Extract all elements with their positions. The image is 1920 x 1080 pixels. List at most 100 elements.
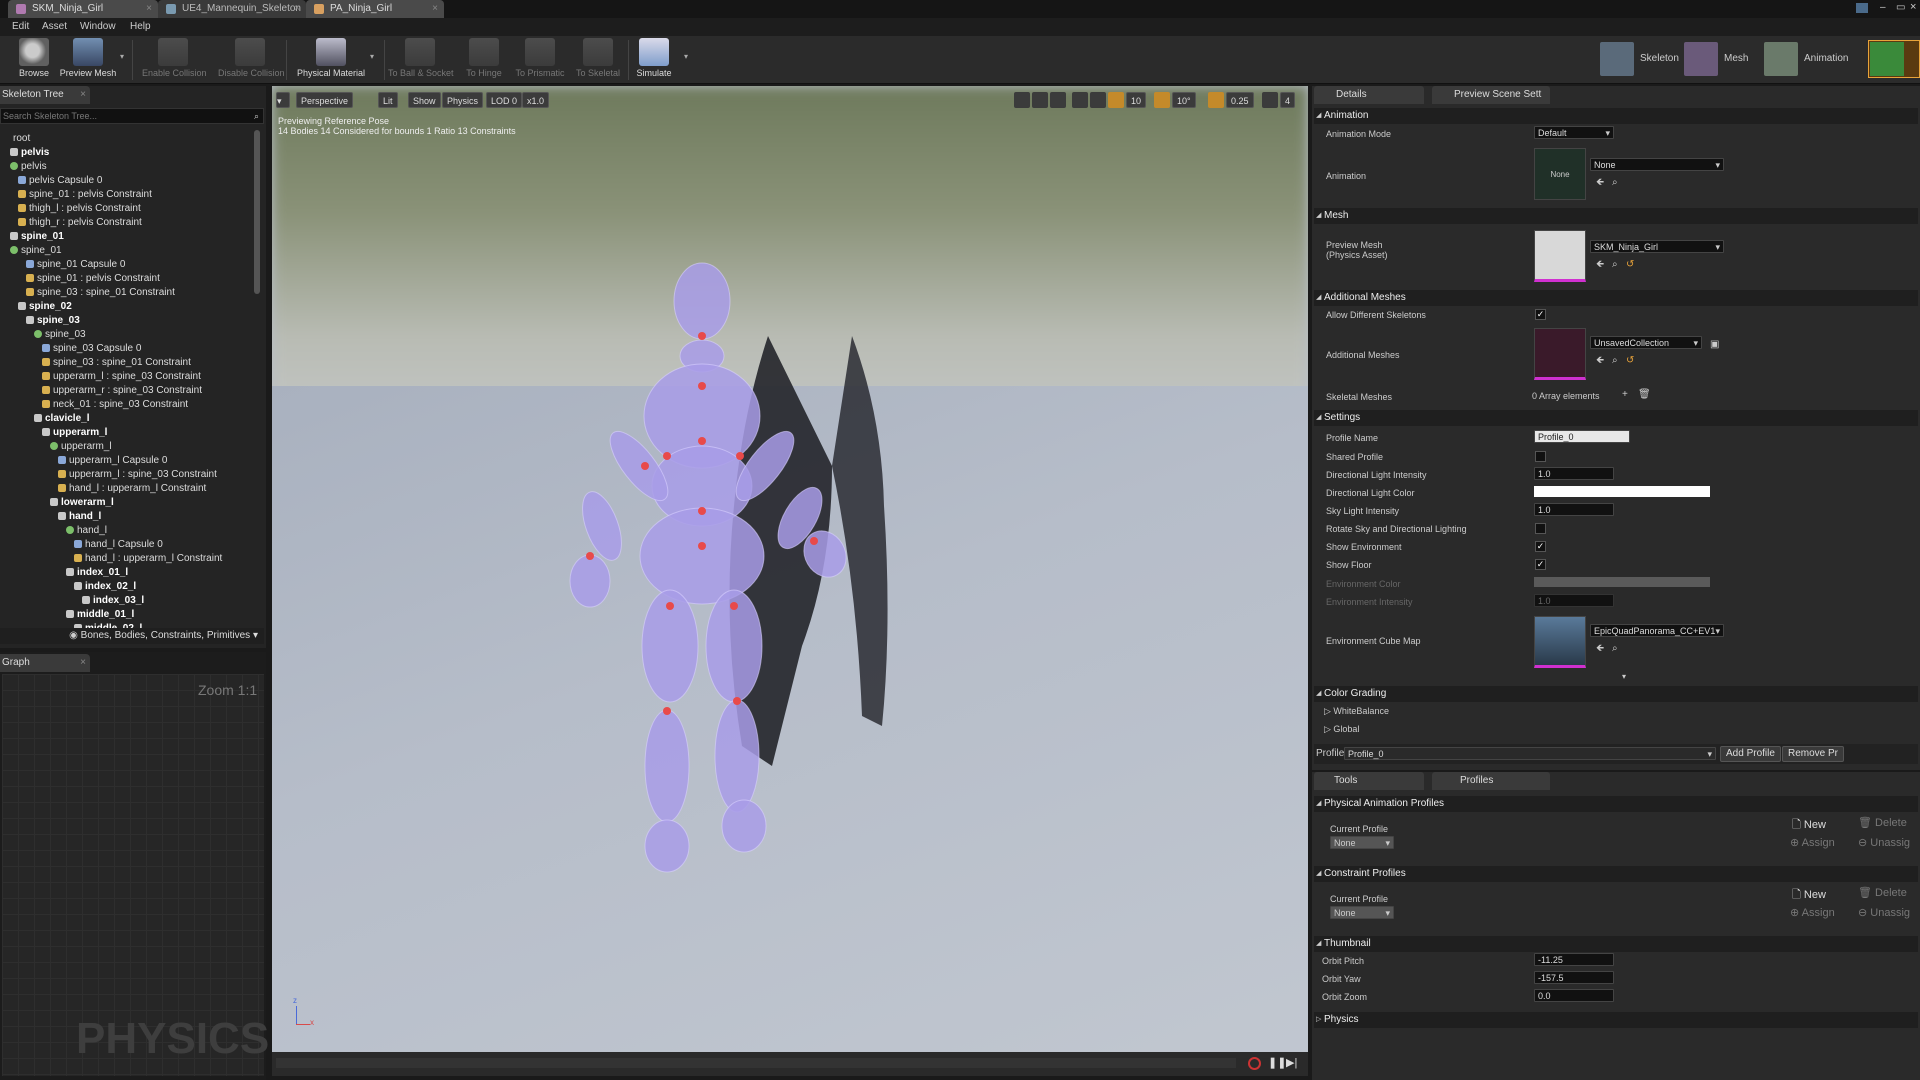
tree-row[interactable]: hand_l : upperarm_l Constraint bbox=[74, 552, 222, 566]
close-icon[interactable]: × bbox=[432, 0, 438, 18]
allow-different-skeletons-checkbox[interactable]: ✓ bbox=[1535, 309, 1546, 320]
scrollbar[interactable] bbox=[254, 130, 260, 294]
tree-row[interactable]: spine_01 bbox=[10, 244, 62, 258]
tree-row[interactable]: spine_03 Capsule 0 bbox=[42, 342, 141, 356]
tree-row[interactable]: spine_03 : spine_01 Constraint bbox=[42, 356, 191, 370]
constraint-profile-select[interactable]: None bbox=[1330, 906, 1394, 920]
constraint-marker[interactable] bbox=[698, 437, 706, 445]
unassign-constraint-profile-button[interactable]: ⊖ Unassig bbox=[1858, 906, 1910, 919]
world-local-icon[interactable] bbox=[1072, 92, 1088, 108]
tab-graph[interactable]: Graph × bbox=[0, 654, 90, 672]
to-hinge-button[interactable]: To Hinge bbox=[456, 38, 512, 82]
grid-snap-icon[interactable] bbox=[1108, 92, 1124, 108]
section-constraint-profiles[interactable]: Constraint Profiles bbox=[1314, 866, 1918, 882]
constraint-marker[interactable] bbox=[698, 507, 706, 515]
physical-profile-select[interactable]: None bbox=[1330, 836, 1394, 850]
tree-row[interactable]: hand_l bbox=[58, 510, 101, 524]
physics-button[interactable]: Physics bbox=[442, 92, 484, 108]
orbit-pitch-field[interactable]: -11.25 bbox=[1534, 953, 1614, 966]
timeline-scrubber[interactable] bbox=[276, 1058, 1236, 1068]
tree-row[interactable]: neck_01 : spine_03 Constraint bbox=[42, 398, 188, 412]
physical-material-button[interactable]: Physical Material bbox=[294, 38, 368, 82]
pause-icon[interactable]: ❚❚ bbox=[1268, 1056, 1286, 1069]
section-thumbnail[interactable]: Thumbnail bbox=[1314, 936, 1918, 952]
viewport[interactable]: ▾ Perspective Lit Show Physics LOD 0 x1.… bbox=[272, 86, 1308, 1076]
scale-snap-value[interactable]: 0.25 bbox=[1226, 92, 1254, 108]
tree-row[interactable]: spine_01 Capsule 0 bbox=[26, 258, 125, 272]
tree-row[interactable]: thigh_l : pelvis Constraint bbox=[18, 202, 141, 216]
skeleton-search-input[interactable]: Search Skeleton Tree... ⌕ bbox=[0, 108, 264, 124]
save-icon[interactable]: ▣ bbox=[1710, 340, 1720, 350]
tree-row[interactable]: spine_01 : pelvis Constraint bbox=[26, 272, 160, 286]
preview-mesh-button[interactable]: Preview Mesh bbox=[58, 38, 118, 82]
expand-advanced-icon[interactable]: ▾ bbox=[1622, 672, 1626, 681]
chevron-down-icon[interactable]: ▾ bbox=[684, 52, 688, 61]
tab-details[interactable]: Details bbox=[1314, 86, 1424, 104]
constraint-marker[interactable] bbox=[810, 537, 818, 545]
camera-speed-icon[interactable] bbox=[1262, 92, 1278, 108]
use-selected-icon[interactable]: 🡸 bbox=[1596, 644, 1606, 654]
grid-snap-value[interactable]: 10 bbox=[1126, 92, 1147, 108]
assign-constraint-profile-button[interactable]: ⊕ Assign bbox=[1790, 906, 1835, 919]
browse-button[interactable]: Browse bbox=[4, 38, 64, 82]
tree-row[interactable]: upperarm_l Capsule 0 bbox=[58, 454, 167, 468]
constraint-marker[interactable] bbox=[586, 552, 594, 560]
scale-icon[interactable] bbox=[1050, 92, 1066, 108]
tree-row[interactable]: lowerarm_l bbox=[50, 496, 114, 510]
constraint-marker[interactable] bbox=[698, 542, 706, 550]
animation-mode-select[interactable]: Default bbox=[1534, 126, 1614, 140]
file-tab-physics-asset[interactable]: PA_Ninja_Girl × bbox=[306, 0, 444, 18]
tree-row[interactable]: index_01_l bbox=[66, 566, 128, 580]
menu-edit[interactable]: Edit bbox=[12, 18, 29, 36]
trash-icon[interactable]: 🗑 bbox=[1638, 390, 1651, 400]
tree-row[interactable]: pelvis bbox=[10, 160, 47, 174]
camera-speed-value[interactable]: 4 bbox=[1280, 92, 1296, 108]
to-prismatic-button[interactable]: To Prismatic bbox=[510, 38, 570, 82]
reset-icon[interactable]: ↺ bbox=[1626, 260, 1636, 270]
new-constraint-profile-button[interactable]: 🗋 New bbox=[1792, 886, 1826, 905]
rotation-snap-value[interactable]: 10° bbox=[1172, 92, 1196, 108]
use-selected-icon[interactable]: 🡸 bbox=[1596, 260, 1606, 270]
additional-meshes-select[interactable]: UnsavedCollection bbox=[1590, 336, 1702, 350]
simulate-button[interactable]: Simulate bbox=[624, 38, 684, 82]
use-selected-icon[interactable]: 🡸 bbox=[1596, 178, 1606, 188]
use-selected-icon[interactable]: 🡸 bbox=[1596, 356, 1606, 366]
mode-skeleton[interactable]: Skeleton bbox=[1600, 40, 1680, 78]
browse-icon[interactable]: ⌕ bbox=[1612, 260, 1622, 270]
tree-row[interactable]: spine_03 bbox=[26, 314, 80, 328]
constraint-marker[interactable] bbox=[666, 602, 674, 610]
tab-preview-scene-settings[interactable]: Preview Scene Sett bbox=[1432, 86, 1550, 104]
body-capsule-calf-r[interactable] bbox=[714, 699, 760, 813]
profile-select[interactable]: Profile_0 bbox=[1344, 747, 1716, 761]
tab-skeleton-tree[interactable]: Skeleton Tree × bbox=[0, 86, 90, 104]
body-capsule-lowerarm-l[interactable] bbox=[575, 487, 630, 566]
reset-icon[interactable]: ↺ bbox=[1626, 356, 1636, 366]
orbit-yaw-field[interactable]: -157.5 bbox=[1534, 971, 1614, 984]
tree-row[interactable]: spine_03 : spine_01 Constraint bbox=[26, 286, 175, 300]
show-environment-checkbox[interactable]: ✓ bbox=[1535, 541, 1546, 552]
constraint-marker[interactable] bbox=[733, 697, 741, 705]
viewport-menu-button[interactable]: ▾ bbox=[276, 92, 290, 108]
section-additional-meshes[interactable]: Additional Meshes bbox=[1314, 290, 1918, 306]
close-icon[interactable]: × bbox=[294, 0, 300, 18]
enable-collision-button[interactable]: Enable Collision bbox=[142, 38, 207, 82]
add-profile-button[interactable]: Add Profile bbox=[1720, 746, 1781, 762]
body-capsule-foot-r[interactable] bbox=[721, 799, 767, 853]
constraint-marker[interactable] bbox=[698, 332, 706, 340]
tab-profiles[interactable]: Profiles bbox=[1432, 772, 1550, 790]
lod-button[interactable]: LOD 0 bbox=[486, 92, 523, 108]
global-row[interactable]: ▷ Global bbox=[1324, 724, 1359, 735]
tree-row[interactable]: spine_03 bbox=[34, 328, 86, 342]
body-capsule-head[interactable] bbox=[673, 262, 731, 340]
constraint-marker[interactable] bbox=[730, 602, 738, 610]
menu-window[interactable]: Window bbox=[80, 18, 116, 36]
tab-tools[interactable]: Tools bbox=[1314, 772, 1424, 790]
close-icon[interactable]: × bbox=[80, 86, 86, 104]
body-capsule-foot-l[interactable] bbox=[644, 819, 690, 873]
constraint-marker[interactable] bbox=[641, 462, 649, 470]
minimize-icon[interactable]: – bbox=[1880, 2, 1886, 13]
show-floor-checkbox[interactable]: ✓ bbox=[1535, 559, 1546, 570]
directional-light-intensity-field[interactable]: 1.0 bbox=[1534, 467, 1614, 480]
tree-row[interactable]: upperarm_l : spine_03 Constraint bbox=[42, 370, 201, 384]
profile-name-field[interactable]: Profile_0 bbox=[1534, 430, 1630, 443]
